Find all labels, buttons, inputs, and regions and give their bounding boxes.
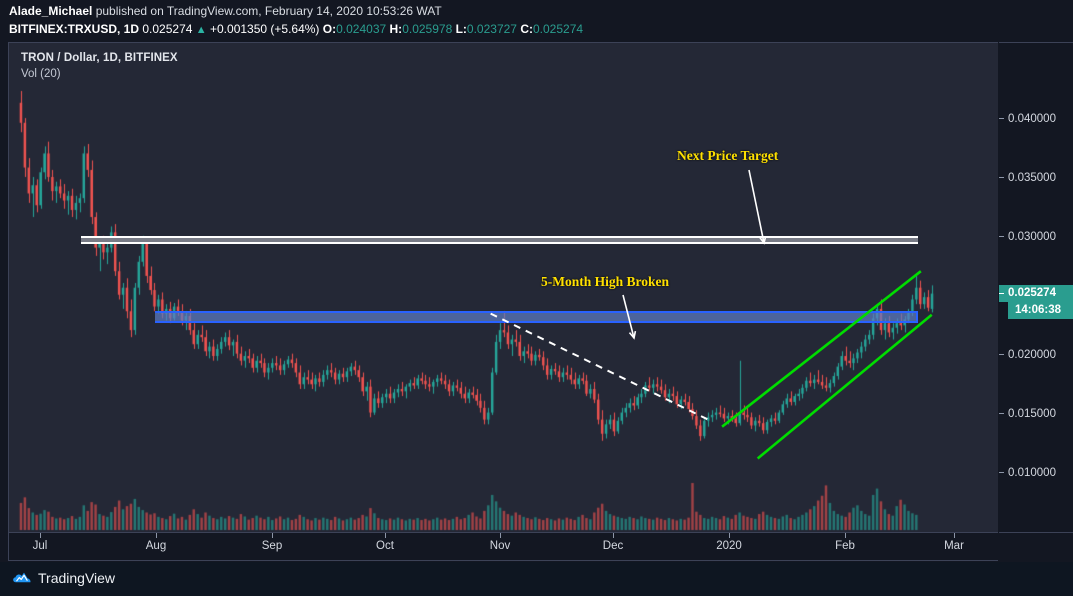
price-change: +0.001350 (+5.64%) [210,22,320,36]
time-tick-label: Nov [489,540,511,552]
tradingview-brand-label: TradingView [38,570,116,586]
open-value: 0.024037 [336,22,387,36]
high-value: 0.025978 [402,22,453,36]
price-tick: 0.040000 [999,112,1073,126]
tick-mark [999,118,1004,120]
last-price: 0.025274 [142,22,193,36]
current-price-value: 0.025274 [1008,286,1056,299]
author-name[interactable]: Alade_Michael [9,4,92,18]
price-plot[interactable]: Next Price Target 5-Month High Broken TR… [9,43,998,532]
price-tick: 0.035000 [999,171,1073,185]
chart-legend-volume: Vol (20) [21,68,61,80]
zone-next-price-target[interactable] [81,235,918,245]
time-tick-label: Aug [145,540,167,552]
time-axis[interactable]: Jul Aug Sep Oct Nov Dec 2020 Feb Mar [8,533,998,561]
tick-mark [999,471,1004,473]
price-tick-label: 0.020000 [1008,349,1056,361]
bar-countdown-label: 14:06:38 [1008,301,1073,319]
price-tick: 0.015000 [999,407,1073,421]
price-axis[interactable]: 0.0400000.0350000.0300000.0250000.020000… [999,42,1073,533]
time-tick-mark [613,533,614,538]
time-tick-label: Oct [376,540,394,552]
zone-five-month-high[interactable] [155,311,918,324]
tick-mark [999,236,1004,238]
price-tick-mark [999,292,1004,294]
time-tick-mark [272,533,273,538]
price-tick: 0.010000 [999,466,1073,480]
bar-countdown-value: 14:06:38 [1015,303,1062,316]
price-tick: 0.030000 [999,230,1073,244]
tradingview-chart-screenshot: Alade_Michael published on TradingView.c… [0,0,1073,596]
quote-line: BITFINEX:TRXUSD, 1D 0.025274 ▲ +0.001350… [9,22,583,36]
time-tick-label: Dec [602,540,624,552]
low-label: L: [455,22,467,36]
chart-header: Alade_Michael published on TradingView.c… [0,0,1073,38]
chart-footer: TradingView [0,562,1073,596]
current-price-label[interactable]: 0.025274 [999,284,1073,302]
time-tick-label: Feb [835,540,855,552]
time-tick-label: Sep [261,540,283,552]
direction-up-icon: ▲ [195,24,207,36]
tradingview-logo-icon [13,572,31,583]
time-tick-label: Jul [32,540,48,552]
time-tick-mark [954,533,955,538]
price-tick-label: 0.030000 [1008,231,1056,244]
tick-mark [999,412,1004,414]
time-tick-mark [40,533,41,538]
time-tick-label: 2020 [716,540,742,552]
open-label: O: [322,22,337,36]
high-label: H: [389,22,403,36]
price-tick-label: 0.015000 [1008,407,1056,420]
publication-line: Alade_Michael published on TradingView.c… [9,4,442,18]
time-tick-mark [729,533,730,538]
chart-pane[interactable]: Next Price Target 5-Month High Broken TR… [8,42,998,533]
time-tick-mark [156,533,157,538]
candlestick-canvas[interactable] [9,43,998,532]
close-label: C: [520,22,533,36]
price-tick-label: 0.035000 [1008,172,1056,185]
chart-legend-title: TRON / Dollar, 1D, BITFINEX [21,52,178,64]
price-tick-label: 0.040000 [1008,113,1056,126]
close-value: 0.025274 [533,22,584,36]
time-tick-mark [845,533,846,538]
time-tick-label: Mar [944,540,964,552]
tick-mark [999,177,1004,179]
symbol-label[interactable]: BITFINEX:TRXUSD, 1D [9,22,139,36]
annotation-five-month-high: 5-Month High Broken [541,274,670,289]
annotation-next-price-target: Next Price Target [677,148,779,163]
publication-meta: published on TradingView.com, February 1… [92,4,442,18]
price-tick: 0.020000 [999,348,1073,362]
price-tick-label: 0.010000 [1008,466,1056,479]
time-tick-mark [500,533,501,538]
time-tick-mark [385,533,386,538]
tick-mark [999,354,1004,355]
low-value: 0.023727 [466,22,517,36]
